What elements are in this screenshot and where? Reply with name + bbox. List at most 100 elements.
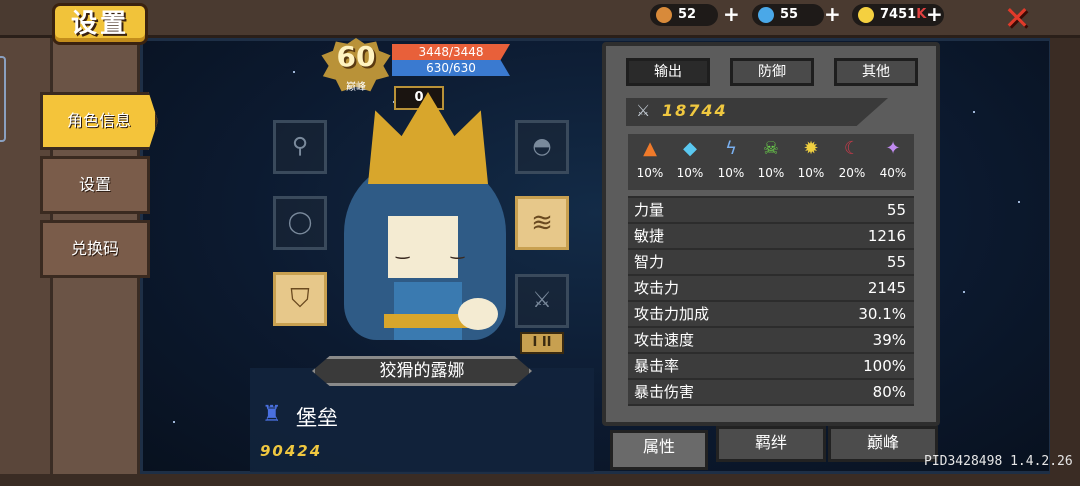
stat-row: 智力 55 — [628, 250, 914, 274]
material-value: 52 — [678, 7, 697, 22]
element-dark: ☾ 20% — [834, 138, 870, 180]
class-name: 堡垒 — [296, 406, 338, 430]
element-value: 10% — [797, 166, 825, 180]
hero-name: 狡猾的露娜 — [312, 356, 532, 386]
staff-icon: ⚲ — [291, 134, 309, 159]
hero-eyes: ‿ ‿ — [396, 240, 483, 259]
slot-ring[interactable]: ◯ — [273, 196, 327, 250]
gold-suffix: K — [916, 7, 927, 22]
arcane-icon: ✦ — [885, 138, 901, 159]
slot-staff[interactable]: ⚲ — [273, 120, 327, 174]
element-value: 10% — [636, 166, 664, 180]
stat-row: 攻击速度 39% — [628, 328, 914, 352]
tab-defense[interactable]: 防御 — [730, 58, 814, 86]
stat-label: 暴击率 — [634, 357, 680, 375]
gem-value: 55 — [780, 7, 799, 22]
stat-label: 敏捷 — [634, 227, 665, 245]
dark-icon: ☾ — [843, 138, 861, 159]
helmet-icon: ◓ — [532, 134, 552, 159]
stat-value: 30.1% — [858, 305, 906, 323]
slot-armor[interactable]: ≋ — [515, 196, 569, 250]
material-icon — [656, 7, 672, 23]
gold-coin-icon — [858, 7, 874, 23]
stat-label: 攻击力 — [634, 279, 680, 297]
hero-sprite[interactable]: ‿ ‿ — [340, 92, 510, 354]
poison-skull-icon: ☠ — [762, 138, 780, 159]
side-tab-settings[interactable]: 设置 — [40, 156, 150, 214]
stat-label: 智力 — [634, 253, 665, 271]
page-title: 设置 — [52, 3, 148, 45]
tab-output[interactable]: 输出 — [626, 58, 710, 86]
ice-icon: ◆ — [683, 138, 697, 159]
gold-value: 7451 — [880, 7, 917, 22]
power-value: 90424 — [260, 442, 323, 460]
close-button[interactable]: ✕ — [1000, 1, 1034, 35]
element-value: 40% — [879, 166, 907, 180]
element-value: 10% — [757, 166, 785, 180]
element-value: 20% — [838, 166, 866, 180]
fire-icon: ▲ — [643, 138, 657, 159]
stat-value: 100% — [863, 357, 906, 375]
element-lightning: ϟ 10% — [713, 138, 749, 180]
sword-icon: ⚔ — [532, 288, 552, 313]
lightning-icon: ϟ — [725, 138, 737, 159]
stat-value: 80% — [872, 383, 906, 401]
stat-value: 55 — [886, 253, 906, 271]
level-tag: 巅峰 — [346, 82, 366, 93]
fortress-icon: ♜ — [262, 402, 282, 427]
side-tab-redeem-code[interactable]: 兑换码 — [40, 220, 150, 278]
right-frame — [1050, 38, 1080, 486]
add-material-button[interactable]: + — [723, 2, 740, 26]
player-id-version: PID3428498 1.4.2.26 — [924, 454, 1073, 469]
add-gold-button[interactable]: + — [926, 2, 943, 26]
stat-value: 2145 — [867, 279, 906, 297]
hero-body — [394, 282, 462, 340]
level-value: 60 — [336, 40, 376, 73]
stat-row: 力量 55 — [628, 198, 914, 222]
slot-boots[interactable]: ⛉ — [273, 272, 327, 326]
element-arcane: ✦ 40% — [875, 138, 911, 180]
stat-value: 39% — [872, 331, 906, 349]
stat-value: 55 — [886, 201, 906, 219]
tab-other[interactable]: 其他 — [834, 58, 918, 86]
stat-label: 攻击速度 — [634, 331, 695, 349]
mp-bar: 630/630 — [392, 60, 510, 76]
stat-label: 暴击伤害 — [634, 383, 695, 401]
side-tab-character-info[interactable]: 角色信息 — [40, 92, 158, 150]
rank-badge: I II — [520, 332, 564, 354]
element-poison: ☠ 10% — [753, 138, 789, 180]
element-light: ✹ 10% — [793, 138, 829, 180]
sword-icon: ⚔ — [636, 101, 651, 120]
boots-icon: ⛉ — [290, 284, 310, 314]
attack-value: 18744 — [662, 101, 728, 120]
material-counter: 52 — [650, 4, 718, 26]
element-fire: ▲ 10% — [632, 138, 668, 180]
tab-attributes[interactable]: 属性 — [610, 430, 708, 470]
stat-value: 1216 — [867, 227, 906, 245]
stat-label: 攻击力加成 — [634, 305, 710, 323]
bottom-frame — [0, 474, 1080, 486]
element-ice: ◆ 10% — [672, 138, 708, 180]
stat-row: 敏捷 1216 — [628, 224, 914, 248]
slot-sword[interactable]: ⚔ — [515, 274, 569, 328]
level-badge: 60 巅峰 — [320, 38, 392, 96]
armor-icon: ≋ — [531, 208, 553, 238]
tab-peak[interactable]: 巅峰 — [828, 426, 938, 462]
hp-bar: 3448/3448 — [392, 44, 510, 60]
stat-row: 攻击力 2145 — [628, 276, 914, 300]
screen-notch — [0, 56, 6, 142]
gem-icon — [758, 7, 774, 23]
stat-row: 暴击伤害 80% — [628, 380, 914, 404]
element-value: 10% — [717, 166, 745, 180]
stat-row: 暴击率 100% — [628, 354, 914, 378]
light-icon: ✹ — [803, 138, 819, 159]
tab-bonds[interactable]: 羁绊 — [716, 426, 826, 462]
gem-counter: 55 — [752, 4, 824, 26]
slot-helmet[interactable]: ◓ — [515, 120, 569, 174]
stat-label: 力量 — [634, 201, 665, 219]
ring-icon: ◯ — [287, 210, 313, 235]
stat-row: 攻击力加成 30.1% — [628, 302, 914, 326]
element-value: 10% — [676, 166, 704, 180]
hero-crown — [368, 92, 488, 184]
add-gem-button[interactable]: + — [824, 2, 841, 26]
